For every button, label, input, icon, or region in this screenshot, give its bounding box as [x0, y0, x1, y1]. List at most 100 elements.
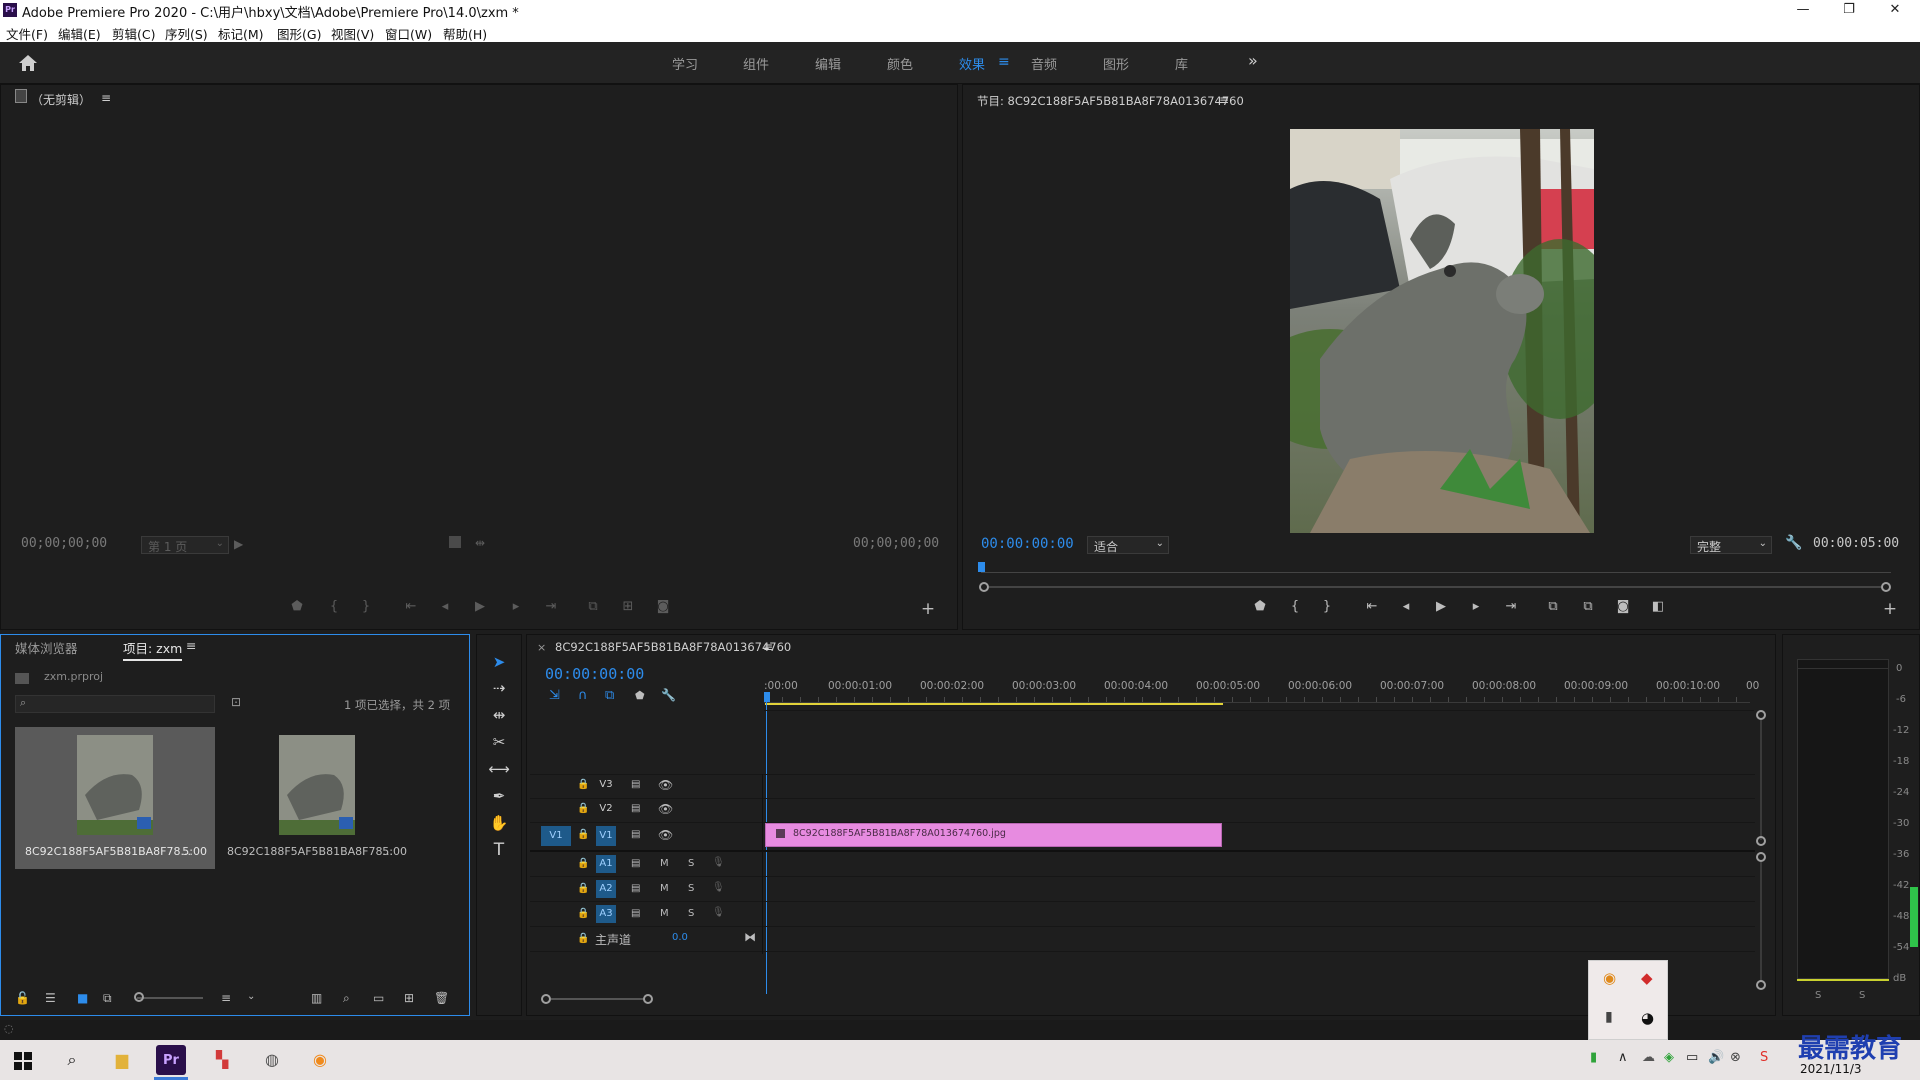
lock-icon[interactable]: 🔒: [577, 829, 589, 840]
sync-lock-icon[interactable]: ▤: [631, 829, 640, 840]
sort-icon[interactable]: ≡: [221, 991, 231, 1005]
mark-in-icon[interactable]: {: [324, 599, 344, 614]
workspace-libraries[interactable]: 库: [1175, 54, 1188, 73]
workspace-assembly[interactable]: 组件: [743, 54, 769, 73]
automate-to-sequence-icon[interactable]: ▥: [311, 991, 322, 1005]
step-forward-icon[interactable]: ▸: [1466, 599, 1486, 614]
workspace-learn[interactable]: 学习: [672, 54, 698, 73]
safe-margin-icon[interactable]: [449, 536, 461, 548]
horizontal-scroll-handle-left[interactable]: [541, 994, 551, 1004]
sync-lock-icon[interactable]: ▤: [631, 908, 640, 919]
menu-edit[interactable]: 编辑(E): [58, 24, 101, 43]
usb-icon[interactable]: ▮: [1605, 1009, 1613, 1025]
program-playhead-timecode[interactable]: 00:00:00:00: [981, 536, 1074, 552]
track-label-a1[interactable]: A1: [596, 855, 616, 873]
add-button-icon[interactable]: +: [1880, 599, 1900, 619]
go-to-in-icon[interactable]: ⇤: [1362, 599, 1382, 614]
mute-a1-button[interactable]: M: [660, 858, 669, 869]
wrench-icon[interactable]: 🔧: [1785, 535, 1802, 551]
close-button[interactable]: ✕: [1872, 0, 1918, 22]
mute-a3-button[interactable]: M: [660, 908, 669, 919]
project-panel-menu-icon[interactable]: ≡: [186, 638, 196, 653]
export-frame-icon[interactable]: ◙: [653, 599, 673, 614]
find-icon[interactable]: ⌕: [343, 991, 350, 1006]
hand-tool-icon[interactable]: ✋: [488, 812, 510, 834]
tab-project[interactable]: 项目: zxm: [123, 638, 183, 661]
search-icon[interactable]: ⌕: [56, 1044, 88, 1076]
track-label-a2[interactable]: A2: [596, 880, 616, 898]
lock-icon[interactable]: 🔓: [15, 991, 30, 1005]
source-panel-menu-icon[interactable]: ≡: [101, 91, 111, 105]
tray-app-icon[interactable]: ⊗: [1730, 1050, 1741, 1065]
chevron-down-icon[interactable]: ⌄: [247, 991, 255, 1002]
windows-start-icon[interactable]: [14, 1052, 32, 1070]
sync-lock-icon[interactable]: ▤: [631, 858, 640, 869]
drag-video-icon[interactable]: ⇹: [475, 536, 485, 550]
microphone-icon[interactable]: 🎙: [712, 907, 725, 918]
maximize-button[interactable]: ❐: [1826, 0, 1872, 22]
program-zoom-bar[interactable]: [989, 586, 1881, 588]
lock-icon[interactable]: 🔒: [577, 883, 589, 894]
lock-icon[interactable]: 🔒: [577, 803, 589, 814]
track-label-v2[interactable]: V2: [596, 800, 616, 818]
track-label-v3[interactable]: V3: [596, 776, 616, 794]
tab-media-browser[interactable]: 媒体浏览器: [15, 638, 78, 657]
zoom-handle-left[interactable]: [979, 582, 989, 592]
minimize-button[interactable]: —: [1780, 0, 1826, 22]
program-panel-menu-icon[interactable]: ≡: [1219, 93, 1229, 107]
mark-out-icon[interactable]: }: [356, 599, 376, 614]
workspace-more-icon[interactable]: »: [1248, 51, 1258, 70]
app-taskbar-icon[interactable]: ◉: [304, 1044, 336, 1076]
menu-sequence[interactable]: 序列(S): [165, 24, 208, 43]
menu-marker[interactable]: 标记(M): [218, 24, 264, 43]
razor-tool-icon[interactable]: ✂: [488, 731, 510, 753]
insert-icon[interactable]: ⧉: [583, 599, 603, 614]
extract-icon[interactable]: ⧉: [1578, 599, 1598, 614]
add-marker-icon[interactable]: ⬟: [287, 599, 307, 614]
premiere-taskbar-icon[interactable]: Pr: [156, 1045, 186, 1075]
microphone-icon[interactable]: 🎙: [712, 857, 725, 868]
program-ruler[interactable]: [981, 563, 1891, 573]
type-tool-icon[interactable]: T: [488, 839, 510, 861]
menu-graphics[interactable]: 图形(G): [277, 24, 321, 43]
go-to-start-icon[interactable]: ⧓: [744, 930, 756, 944]
project-item[interactable]: 8C92C188F5AF5B81BA8F78... 5:00: [217, 727, 415, 869]
app-taskbar-icon[interactable]: ▚: [206, 1044, 238, 1076]
horizontal-scroll-handle-right[interactable]: [643, 994, 653, 1004]
track-select-tool-icon[interactable]: ⇢: [488, 677, 510, 699]
project-item-selected[interactable]: 8C92C188F5AF5B81BA8F78... 5:00: [15, 727, 215, 869]
file-explorer-icon[interactable]: ▆: [106, 1044, 138, 1076]
eye-icon[interactable]: 👁: [658, 828, 673, 842]
workspace-menu-icon[interactable]: ≡: [998, 54, 1010, 70]
zoom-slider[interactable]: [137, 997, 203, 999]
export-frame-icon[interactable]: ◙: [1613, 599, 1633, 614]
add-marker-icon[interactable]: ⬟: [1250, 599, 1270, 614]
horizontal-scrollbar[interactable]: [551, 998, 645, 1000]
zoom-handle-right[interactable]: [1881, 582, 1891, 592]
play-small-icon[interactable]: ▶: [234, 537, 243, 551]
vertical-scroll-handle[interactable]: [1756, 836, 1766, 846]
solo-a3-button[interactable]: S: [688, 908, 694, 919]
vertical-scrollbar[interactable]: [1760, 720, 1762, 840]
solo-right-button[interactable]: S: [1859, 990, 1865, 1001]
vertical-scrollbar[interactable]: [1760, 862, 1762, 982]
go-to-in-icon[interactable]: ⇤: [401, 599, 421, 614]
step-back-icon[interactable]: ◂: [1396, 599, 1416, 614]
timeline-clip[interactable]: 8C92C188F5AF5B81BA8F78A013674760.jpg: [765, 823, 1222, 847]
source-in-timecode[interactable]: 00;00;00;00: [21, 536, 107, 551]
home-icon[interactable]: [18, 54, 38, 72]
add-button-icon[interactable]: +: [918, 599, 938, 619]
lock-icon[interactable]: 🔒: [577, 933, 589, 944]
solo-a2-button[interactable]: S: [688, 883, 694, 894]
close-sequence-icon[interactable]: ×: [537, 641, 546, 654]
step-forward-icon[interactable]: ▸: [506, 599, 526, 614]
vertical-scroll-handle[interactable]: [1756, 980, 1766, 990]
mark-out-icon[interactable]: }: [1317, 599, 1337, 614]
lock-icon[interactable]: 🔒: [577, 858, 589, 869]
freeform-view-icon[interactable]: ⧉: [103, 991, 112, 1006]
overwrite-icon[interactable]: ⊞: [618, 599, 638, 614]
workspace-color[interactable]: 颜色: [887, 54, 913, 73]
play-icon[interactable]: ▶: [1431, 599, 1451, 614]
menu-help[interactable]: 帮助(H): [443, 24, 487, 43]
workspace-audio[interactable]: 音频: [1031, 54, 1057, 73]
